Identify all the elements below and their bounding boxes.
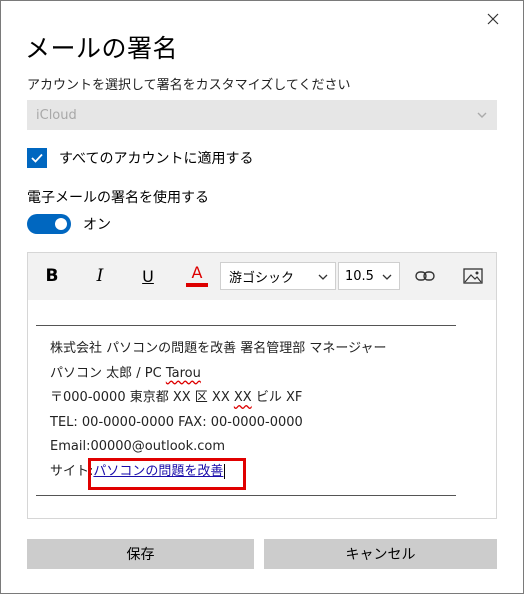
site-label: サイト: [50, 463, 94, 479]
checkmark-icon [31, 153, 43, 163]
use-signature-label: 電子メールの署名を使用する [27, 190, 209, 206]
signature-line-email: Email:00000@outlook.com [50, 439, 226, 454]
account-select-value: iCloud [36, 107, 77, 123]
font-size-select[interactable]: 10.5 [338, 262, 400, 290]
use-signature-toggle[interactable] [27, 214, 71, 234]
apply-all-row: すべてのアカウントに適用する [27, 148, 253, 168]
account-select[interactable]: iCloud [27, 100, 497, 130]
font-color-swatch [186, 283, 208, 287]
save-button[interactable]: 保存 [27, 539, 254, 569]
cancel-button[interactable]: キャンセル [264, 539, 497, 569]
close-icon [487, 13, 499, 25]
signature-dialog: メールの署名 アカウントを選択して署名をカスタマイズしてください iCloud … [0, 0, 524, 594]
spellcheck-word: XX [233, 390, 252, 405]
name-text: パソコン 太郎 / PC [50, 365, 166, 381]
chevron-down-icon [382, 274, 392, 280]
font-color-letter: A [191, 263, 203, 282]
font-family-select[interactable]: 游ゴシック [220, 262, 336, 290]
dialog-title: メールの署名 [25, 34, 179, 63]
bold-button[interactable]: B [40, 263, 64, 289]
signature-line-phone: TEL: 00-0000-0000 FAX: 00-0000-0000 [50, 414, 303, 430]
spellcheck-word: Tarou [165, 365, 201, 381]
dialog-subtitle: アカウントを選択して署名をカスタマイズしてください [27, 78, 351, 93]
signature-line-address: 〒000-0000 東京都 XX 区 XX XX ビル XF [50, 386, 387, 411]
formatting-toolbar: B I U A 游ゴシック 10.5 [28, 253, 496, 300]
use-signature-row: オン [27, 214, 111, 234]
insert-link-button[interactable] [412, 263, 438, 289]
signature-line-company: 株式会社 パソコンの問題を改善 署名管理部 マネージャー [50, 341, 387, 356]
highlight-box [88, 458, 246, 490]
underline-button[interactable]: U [136, 263, 160, 289]
signature-editor[interactable]: B I U A 游ゴシック 10.5 株式会社 パソコンの問題を改善 署名管理部… [27, 252, 497, 519]
font-size-value: 10.5 [345, 268, 374, 284]
font-color-button[interactable]: A [184, 263, 210, 289]
apply-all-checkbox[interactable] [27, 148, 47, 168]
divider-bottom [36, 495, 456, 496]
italic-button[interactable]: I [88, 263, 112, 289]
address-text-b: ビル XF [251, 390, 303, 405]
image-icon [463, 268, 483, 284]
close-button[interactable] [483, 9, 503, 29]
link-icon [415, 271, 435, 281]
chevron-down-icon [318, 274, 328, 280]
divider-top [36, 325, 456, 326]
font-family-value: 游ゴシック [229, 270, 295, 286]
toggle-state-label: オン [83, 217, 111, 233]
address-text-a: 〒000-0000 東京都 XX 区 XX [50, 390, 234, 405]
insert-image-button[interactable] [460, 263, 486, 289]
apply-all-label: すべてのアカウントに適用する [59, 151, 254, 167]
toggle-knob [55, 218, 67, 230]
signature-line-name: パソコン 太郎 / PC Tarou [50, 362, 387, 387]
chevron-down-icon [477, 112, 487, 118]
